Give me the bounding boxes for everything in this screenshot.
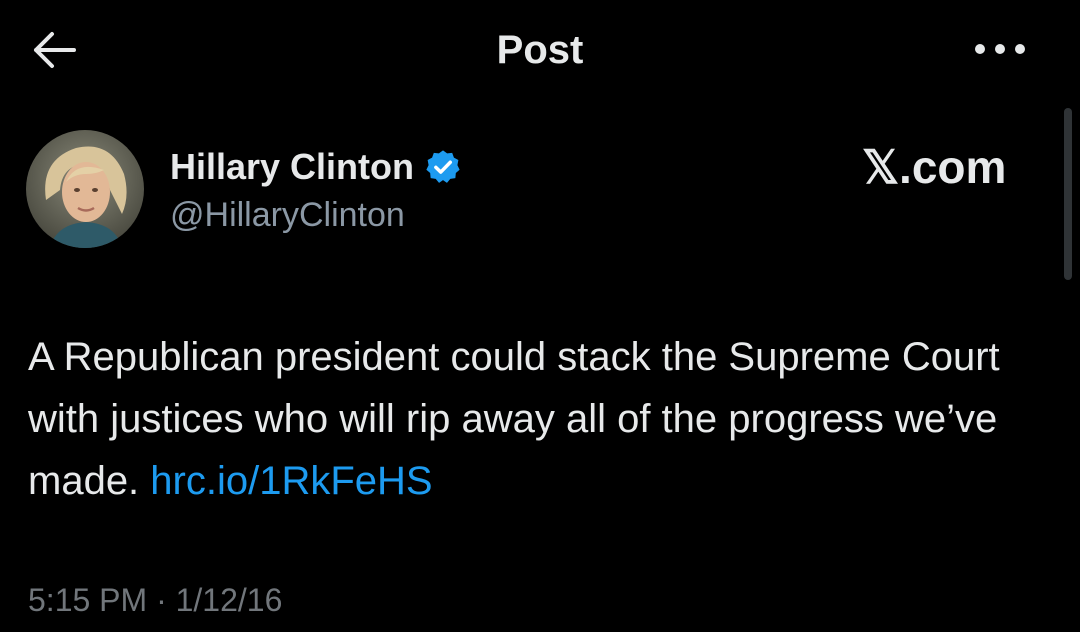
- x-com-watermark: 𝕏.com: [862, 141, 1007, 193]
- meta-separator: ·: [156, 582, 167, 618]
- post-link[interactable]: hrc.io/1RkFeHS: [150, 459, 432, 503]
- more-horizontal-icon: [975, 44, 1025, 54]
- scrollbar[interactable]: [1064, 108, 1072, 280]
- more-options-button[interactable]: [968, 34, 1032, 64]
- post-date[interactable]: 1/12/16: [176, 582, 283, 618]
- author-display-name[interactable]: Hillary Clinton: [170, 146, 414, 188]
- verified-badge-icon: [426, 150, 460, 183]
- author-handle[interactable]: @HillaryClinton: [170, 196, 405, 235]
- top-app-bar: Post: [0, 0, 1080, 100]
- page-title: Post: [496, 28, 584, 72]
- avatar[interactable]: [26, 130, 144, 248]
- post-author: Hillary Clinton @HillaryClinton: [26, 130, 726, 250]
- avatar-image: [26, 130, 144, 248]
- post-body: A Republican president could stack the S…: [28, 326, 1048, 512]
- post-timestamp: 5:15 PM · 1/12/16: [28, 582, 282, 619]
- display-name-row: Hillary Clinton: [170, 146, 462, 188]
- post-time[interactable]: 5:15 PM: [28, 582, 147, 618]
